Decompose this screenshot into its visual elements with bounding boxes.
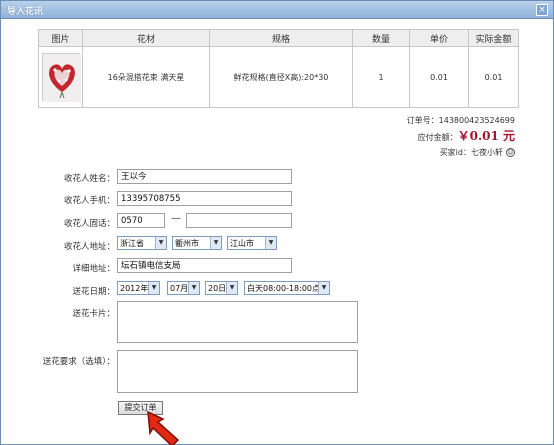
recipient-phone-label: 收花人手机： (63, 196, 115, 206)
dialog-window: 导入花讯 × 图片 花材 规格 数量 单价 实际金额 16朵混搭花束 满天星 鲜… (0, 0, 554, 445)
smiley-icon: ☺ (506, 148, 515, 157)
requirements-textarea[interactable] (117, 350, 358, 393)
header-unit-price: 单价 (409, 29, 469, 47)
product-spec: 鲜花规格(直径X高):20*30 (209, 46, 353, 108)
detail-address-input[interactable]: 坛石镇电信支局 (117, 258, 292, 273)
window-title: 导入花讯 (7, 7, 44, 17)
tel-dash: — (171, 213, 181, 224)
day-value: 20日 (208, 284, 227, 293)
month-select[interactable]: 07月 ▼ (167, 281, 200, 295)
requirements-label: 送花要求（选填）： (42, 357, 115, 367)
chevron-down-icon: ▼ (210, 237, 221, 249)
title-bar: 导入花讯 × (1, 1, 553, 19)
chevron-down-icon: ▼ (226, 282, 237, 294)
chevron-down-icon: ▼ (148, 282, 159, 294)
order-number-label: 订单号： (406, 116, 439, 125)
order-number-line: 订单号：143800423524699 (407, 115, 515, 126)
product-quantity: 1 (352, 46, 410, 108)
year-value: 2012年 (120, 284, 149, 293)
county-value: 江山市 (230, 239, 254, 248)
payable-label: 应付金额： (417, 133, 458, 142)
header-quantity: 数量 (352, 29, 410, 47)
recipient-name-label: 收花人姓名： (63, 174, 115, 184)
city-select[interactable]: 衢州市 ▼ (172, 236, 222, 250)
header-flower: 花材 (82, 29, 210, 47)
recipient-phone-input[interactable]: 13395708755 (117, 191, 292, 206)
tel-number-input[interactable] (186, 213, 292, 228)
product-amount: 0.01 (468, 46, 519, 108)
time-slot-select[interactable]: 白天08:00-18:00点 ▼ (244, 281, 330, 295)
payable-amount: ￥0.01 元 (457, 129, 515, 143)
day-select[interactable]: 20日 ▼ (205, 281, 238, 295)
tel-area-input[interactable]: 0570 (117, 213, 165, 228)
product-unit-price: 0.01 (409, 46, 469, 108)
province-select[interactable]: 浙江省 ▼ (117, 236, 167, 250)
chevron-down-icon: ▼ (265, 237, 276, 249)
header-image: 图片 (38, 29, 83, 47)
order-number: 143800423524699 (438, 116, 515, 125)
buyer-line: 买家id：七夜小轩 ☺ (440, 147, 515, 158)
city-value: 衢州市 (175, 239, 199, 248)
card-message-label: 送花卡片： (72, 309, 115, 319)
product-image[interactable] (41, 53, 81, 102)
payable-line: 应付金额：￥0.01 元 (418, 127, 515, 144)
delivery-date-label: 送花日期： (72, 287, 115, 297)
county-select[interactable]: 江山市 ▼ (227, 236, 277, 250)
province-value: 浙江省 (120, 239, 144, 248)
chevron-down-icon: ▼ (318, 282, 329, 294)
recipient-address-label: 收花人地址： (63, 242, 115, 252)
detail-address-label: 详细地址： (72, 264, 115, 274)
month-value: 07月 (170, 284, 189, 293)
order-items-table: 图片 花材 规格 数量 单价 实际金额 16朵混搭花束 满天星 鲜花规格(直径X… (38, 29, 519, 108)
card-message-textarea[interactable] (117, 301, 358, 343)
table-row: 16朵混搭花束 满天星 鲜花规格(直径X高):20*30 1 0.01 0.01 (38, 46, 519, 108)
table-header-row: 图片 花材 规格 数量 单价 实际金额 (38, 29, 519, 47)
product-image-cell (38, 46, 83, 108)
chevron-down-icon: ▼ (188, 282, 199, 294)
header-amount: 实际金额 (468, 29, 519, 47)
pointer-arrow-icon (147, 410, 180, 445)
close-icon[interactable]: × (536, 4, 548, 16)
time-slot-value: 白天08:00-18:00点 (247, 284, 320, 293)
recipient-tel-label: 收花人固话： (63, 219, 115, 229)
buyer-label: 买家id： (439, 148, 471, 157)
product-name: 16朵混搭花束 满天星 (82, 46, 210, 108)
year-select[interactable]: 2012年 ▼ (117, 281, 160, 295)
chevron-down-icon: ▼ (155, 237, 166, 249)
header-spec: 规格 (209, 29, 353, 47)
recipient-name-input[interactable]: 王以今 (117, 169, 292, 184)
buyer-id: 七夜小轩 (471, 148, 503, 157)
